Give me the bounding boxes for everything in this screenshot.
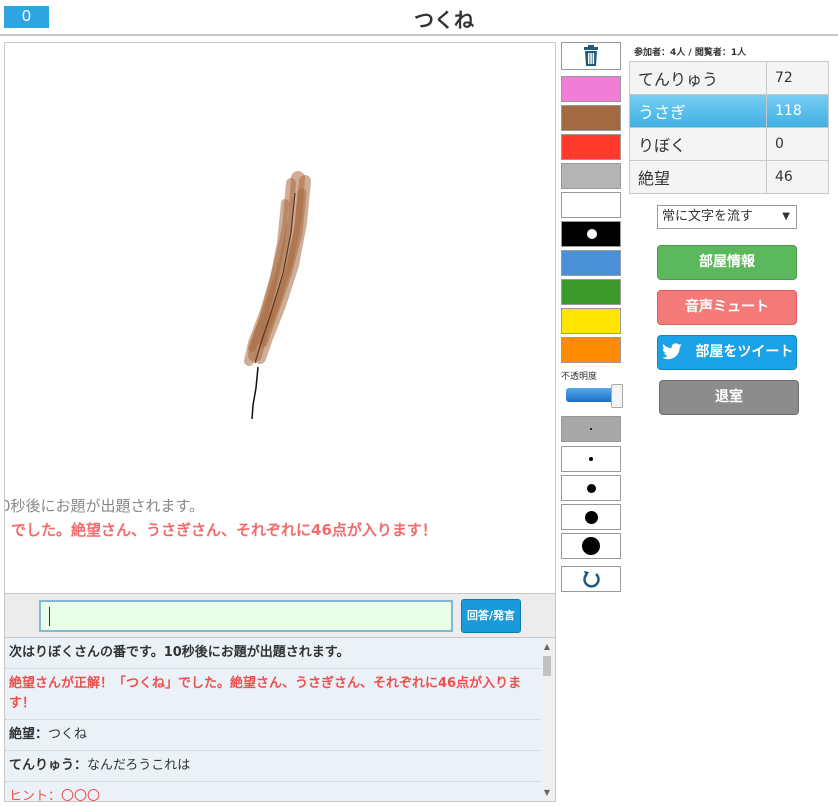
player-score: 72 — [766, 61, 829, 95]
chat-author: てんりゅう — [9, 758, 75, 773]
brush-dot-icon — [586, 483, 596, 493]
twitter-bird-icon — [661, 343, 682, 360]
trash-icon — [584, 45, 598, 66]
brush-size-2[interactable] — [561, 446, 621, 472]
player-score: 0 — [766, 127, 829, 161]
player-row: てんりゅう 72 — [629, 61, 829, 95]
flow-message: 0秒後にお題が出題されます。 — [4, 497, 205, 515]
chat-separator: ： — [35, 727, 49, 742]
undo-button[interactable] — [561, 566, 621, 592]
dropdown-arrow-icon: ▼ — [782, 211, 790, 222]
color-swatch[interactable] — [561, 221, 621, 247]
chat-author: 絶望 — [9, 727, 36, 742]
player-name: てんりゅう — [629, 61, 767, 95]
color-swatch[interactable] — [561, 279, 621, 305]
brush-size-1[interactable] — [561, 416, 621, 442]
undo-icon — [583, 571, 600, 588]
chat-text: つくね — [48, 727, 88, 742]
flow-mode-value: 常に文字を流す — [662, 209, 754, 224]
chat-message: 絶望：つくね — [5, 720, 541, 751]
player-name: 絶望 — [629, 160, 767, 194]
player-name: りぼく — [629, 127, 767, 161]
opacity-knob[interactable] — [611, 384, 623, 408]
chat-log: 次はりぼくさんの番です。10秒後にお題が出題されます。絶望さんが正解！「つくね」… — [4, 638, 556, 802]
tweet-button[interactable]: 部屋をツイート — [657, 335, 797, 370]
clear-canvas-button[interactable] — [561, 42, 621, 70]
player-name: うさぎ — [629, 94, 767, 128]
mute-button[interactable]: 音声ミュート — [657, 290, 797, 325]
color-swatch[interactable] — [561, 105, 621, 131]
text-caret — [49, 607, 50, 626]
player-score: 118 — [766, 94, 829, 128]
answer-bar: 回答/発言 — [4, 594, 556, 638]
color-swatch[interactable] — [561, 76, 621, 102]
flow-mode-select[interactable]: 常に文字を流す ▼ — [657, 205, 797, 229]
flow-message-answer: でした。絶望さん、うさぎさん、それぞれに46点が入ります！ — [11, 521, 437, 539]
color-swatch[interactable] — [561, 308, 621, 334]
chat-separator: ： — [74, 758, 88, 773]
player-row: 絶望 46 — [629, 160, 829, 194]
header-bar: 0 つくね — [0, 0, 838, 36]
participant-counts: 参加者：4人 / 閲覧者：1人 — [634, 48, 747, 58]
brush-dot-icon — [584, 510, 598, 524]
drawing-canvas[interactable]: 0秒後にお題が出題されます。 でした。絶望さん、うさぎさん、それぞれに46点が入… — [4, 42, 556, 594]
chat-message: 次はりぼくさんの番です。10秒後にお題が出題されます。 — [5, 638, 541, 669]
color-swatch[interactable] — [561, 192, 621, 218]
scroll-down-icon[interactable]: ▼ — [541, 786, 553, 800]
tweet-label: 部屋をツイート — [695, 344, 794, 360]
page-title: つくね — [414, 8, 474, 32]
answer-input[interactable] — [39, 600, 453, 632]
brush-size-3[interactable] — [561, 475, 621, 501]
answer-button[interactable]: 回答/発言 — [461, 599, 521, 633]
color-swatch[interactable] — [561, 134, 621, 160]
chat-text: なんだろうこれは — [87, 758, 191, 773]
brush-dot-icon — [589, 457, 593, 461]
chat-scrollbar[interactable]: ▲ ▼ — [541, 640, 553, 800]
chat-message: てんりゅう：なんだろうこれは — [5, 751, 541, 782]
selected-color-indicator — [587, 229, 597, 239]
player-score: 46 — [766, 160, 829, 194]
chat-text: 次はりぼくさんの番です。10秒後にお題が出題されます。 — [9, 645, 350, 660]
room-info-button[interactable]: 部屋情報 — [657, 245, 797, 280]
brush-dot-icon — [582, 537, 600, 555]
chat-text: 絶望さんが正解！「つくね」でした。絶望さん、うさぎさん、それぞれに46点が入りま… — [9, 676, 522, 711]
brush-size-4[interactable] — [561, 504, 621, 530]
brush-dot-icon — [590, 428, 592, 430]
exit-button[interactable]: 退室 — [659, 380, 799, 415]
color-swatch[interactable] — [561, 250, 621, 276]
opacity-slider[interactable] — [566, 384, 623, 408]
chat-text: ヒント：〇〇〇 — [9, 789, 101, 802]
scroll-thumb[interactable] — [543, 656, 551, 676]
player-row: うさぎ 118 — [629, 94, 829, 128]
chat-list: 次はりぼくさんの番です。10秒後にお題が出題されます。絶望さんが正解！「つくね」… — [5, 638, 541, 802]
player-row: りぼく 0 — [629, 127, 829, 161]
scoreboard: てんりゅう 72 うさぎ 118 りぼく 0 絶望 46 — [629, 61, 829, 194]
scroll-up-icon[interactable]: ▲ — [541, 640, 553, 654]
color-swatch[interactable] — [561, 163, 621, 189]
color-swatch[interactable] — [561, 337, 621, 363]
chat-message: ヒント：〇〇〇 — [5, 782, 541, 802]
opacity-label: 不透明度 — [561, 372, 598, 382]
chat-message: 絶望さんが正解！「つくね」でした。絶望さん、うさぎさん、それぞれに46点が入りま… — [5, 669, 541, 720]
brush-size-5[interactable] — [561, 533, 621, 559]
